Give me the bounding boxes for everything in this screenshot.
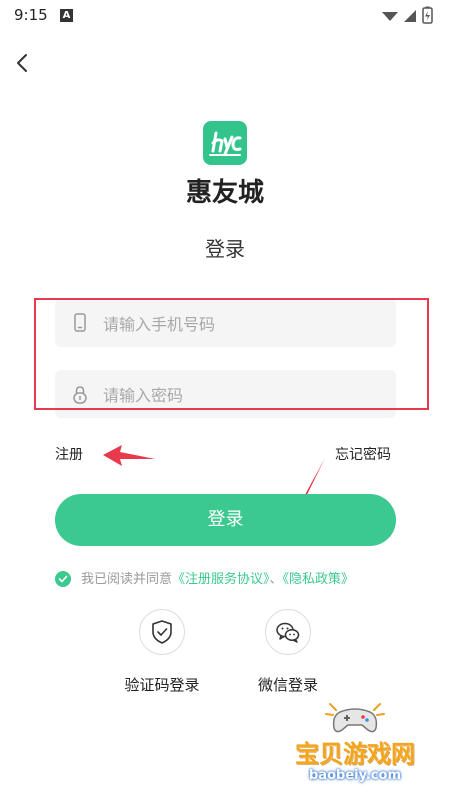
check-icon bbox=[58, 575, 68, 582]
watermark-url: baobeiy.com bbox=[309, 768, 401, 783]
register-link[interactable]: 注册 bbox=[55, 444, 83, 464]
privacy-policy-link[interactable]: 《隐私政策》 bbox=[283, 572, 355, 587]
notification-icon: A bbox=[60, 9, 73, 22]
wechat-login-label[interactable]: 微信登录 bbox=[228, 674, 348, 695]
forgot-password-link[interactable]: 忘记密码 bbox=[335, 444, 391, 464]
login-button[interactable]: 登录 bbox=[55, 494, 396, 546]
app-name: 惠友城 bbox=[185, 178, 264, 208]
signal-icon bbox=[382, 12, 398, 21]
shield-check-icon bbox=[152, 620, 172, 644]
agreement-prefix: 我已阅读并同意 bbox=[81, 572, 173, 587]
agreement-row: 我已阅读并同意《注册服务协议》、《隐私政策》 bbox=[55, 568, 354, 588]
annotation-highlight-box bbox=[34, 298, 429, 410]
agreement-separator: 、 bbox=[269, 572, 283, 587]
sms-code-login-label[interactable]: 验证码登录 bbox=[102, 674, 222, 695]
back-arrow-icon[interactable] bbox=[10, 50, 36, 76]
watermark: 宝贝游戏网 baobeiy.com bbox=[270, 700, 440, 795]
cellular-icon bbox=[404, 10, 416, 22]
wechat-icon bbox=[276, 622, 300, 643]
gamepad-icon bbox=[325, 703, 385, 733]
service-agreement-link[interactable]: 《注册服务协议》 bbox=[172, 572, 270, 587]
status-bar: 9:15 A bbox=[0, 0, 450, 32]
app-logo bbox=[203, 121, 247, 165]
agreement-checkbox[interactable] bbox=[55, 570, 71, 587]
status-time: 9:15 bbox=[14, 6, 48, 24]
annotation-arrow-register bbox=[103, 445, 155, 466]
system-status-icons bbox=[382, 6, 433, 24]
page-title: 登录 bbox=[205, 237, 245, 261]
battery-icon bbox=[422, 6, 433, 24]
wechat-login-button[interactable] bbox=[265, 609, 311, 655]
hyc-logo-icon bbox=[209, 131, 242, 156]
sms-code-login-button[interactable] bbox=[139, 609, 185, 655]
watermark-title: 宝贝游戏网 bbox=[295, 740, 415, 768]
